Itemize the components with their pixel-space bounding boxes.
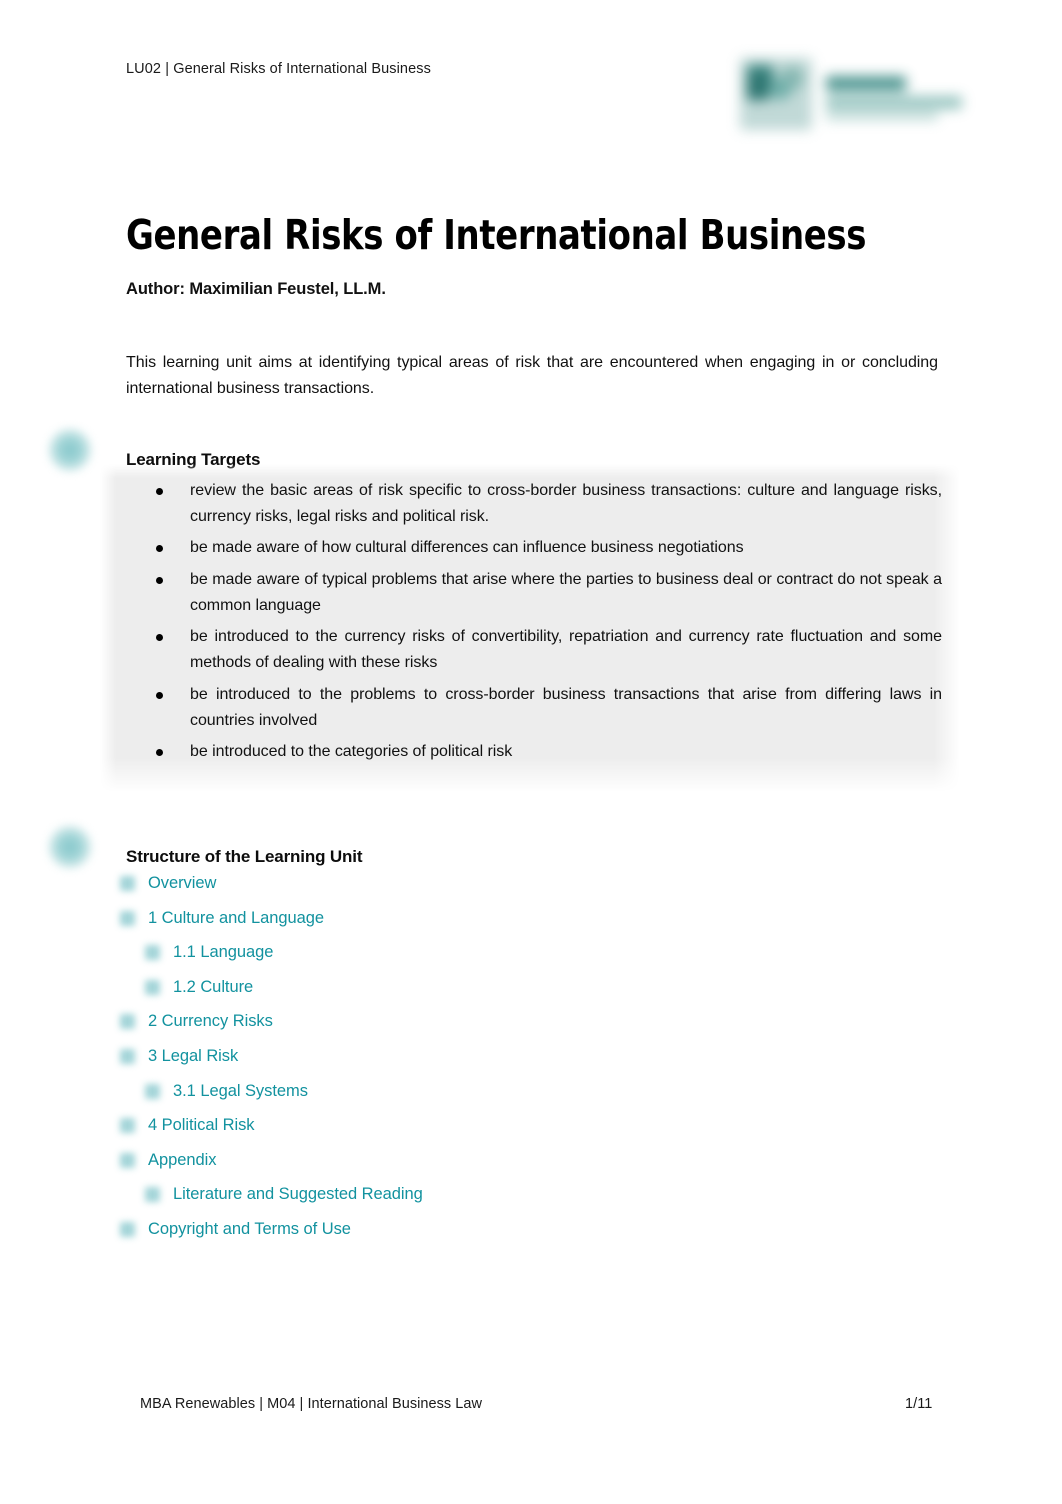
bullet-dot-icon: [156, 488, 163, 495]
toc-square-marker-icon: [145, 979, 160, 995]
toc-square-marker-icon: [120, 876, 135, 891]
toc-item-copyright-and-terms-of-use[interactable]: Copyright and Terms of Use: [120, 1212, 720, 1247]
toc-item-culture[interactable]: 1.2 Culture: [120, 970, 720, 1005]
toc-item-label: Overview: [148, 874, 217, 892]
logo-mark-square-icon: [747, 74, 769, 100]
intro-paragraph: This learning unit aims at identifying t…: [126, 354, 938, 397]
list-item-label: be introduced to the categories of polit…: [190, 743, 513, 761]
toc-square-marker-icon: [120, 1118, 135, 1134]
toc-square-marker-icon: [145, 1187, 160, 1203]
toc-item-label: 1 Culture and Language: [148, 908, 324, 927]
page-header: LU02 | General Risks of International Bu…: [0, 0, 1062, 150]
logo-wordmark-line-1: [826, 76, 906, 91]
page-footer: MBA Renewables | M04 | International Bus…: [0, 1384, 1062, 1504]
page-title: General Risks of International Business: [126, 211, 867, 260]
toc-item-culture-and-language[interactable]: 1 Culture and Language: [120, 901, 720, 936]
list-item-label: be introduced to the currency risks of c…: [190, 628, 942, 672]
bullet-dot-icon: [156, 634, 163, 642]
learning-targets-list: review the basic areas of risk specific …: [152, 478, 942, 770]
list-item: be made aware of typical problems that a…: [152, 567, 942, 619]
table-of-contents: Overview 1 Culture and Language 1.1 Lang…: [120, 866, 720, 1247]
logo-mark-circle-icon: [769, 78, 791, 100]
toc-item-overview[interactable]: Overview: [120, 866, 720, 901]
toc-item-label: 3.1 Legal Systems: [173, 1081, 308, 1100]
toc-item-political-risk[interactable]: 4 Political Risk: [120, 1108, 720, 1143]
toc-square-marker-icon: [120, 1152, 135, 1168]
toc-square-marker-icon: [120, 1014, 135, 1030]
toc-item-currency-risks[interactable]: 2 Currency Risks: [120, 1004, 720, 1039]
list-item: be introduced to the problems to cross-b…: [152, 682, 942, 734]
logo-wordmark-line-3: [826, 112, 938, 120]
toc-item-label: 2 Currency Risks: [148, 1012, 273, 1031]
toc-item-label: Copyright and Terms of Use: [148, 1219, 351, 1238]
bullet-dot-icon: [156, 576, 163, 584]
bullet-dot-icon: [156, 545, 163, 553]
toc-square-marker-icon: [120, 910, 135, 926]
toc-item-label: 3 Legal Risk: [148, 1046, 239, 1065]
logo-wordmark-line-2: [826, 96, 962, 109]
toc-item-label: Appendix: [148, 1150, 217, 1169]
structure-heading: Structure of the Learning Unit: [126, 847, 363, 867]
list-item: review the basic areas of risk specific …: [152, 478, 942, 530]
toc-item-label: 1.1 Language: [173, 943, 274, 962]
toc-item-label: Literature and Suggested Reading: [173, 1185, 423, 1204]
author-line: Author: Maximilian Feustel, LL.M.: [126, 280, 386, 298]
toc-item-language[interactable]: 1.1 Language: [120, 935, 720, 970]
toc-item-literature-and-suggested-reading[interactable]: Literature and Suggested Reading: [120, 1177, 720, 1212]
toc-item-label: 1.2 Culture: [173, 977, 254, 996]
list-item: be made aware of how cultural difference…: [152, 535, 942, 561]
list-item-label: be made aware of typical problems that a…: [190, 570, 942, 614]
toc-square-marker-icon: [145, 1083, 160, 1099]
toc-square-marker-icon: [120, 1221, 135, 1237]
toc-item-legal-risk[interactable]: 3 Legal Risk: [120, 1039, 720, 1074]
list-item-label: be introduced to the problems to cross-b…: [190, 685, 942, 729]
toc-item-appendix[interactable]: Appendix: [120, 1143, 720, 1178]
toc-item-label: 4 Political Risk: [148, 1116, 255, 1135]
mba-renewables-logo: [722, 34, 962, 138]
learning-targets-margin-icon: [48, 428, 92, 472]
running-head-label: LU02 | General Risks of International Bu…: [126, 61, 431, 77]
list-item-label: be made aware of how cultural difference…: [190, 539, 744, 557]
structure-margin-icon: [48, 825, 92, 869]
list-item: be introduced to the currency risks of c…: [152, 624, 942, 676]
list-item: be introduced to the categories of polit…: [152, 739, 942, 765]
list-item-label: review the basic areas of risk specific …: [190, 482, 942, 526]
document-page: LU02 | General Risks of International Bu…: [0, 0, 1062, 1504]
toc-square-marker-icon: [145, 945, 160, 961]
bullet-dot-icon: [156, 691, 163, 699]
footer-course-label: MBA Renewables | M04 | International Bus…: [140, 1396, 483, 1412]
toc-square-marker-icon: [120, 1048, 135, 1064]
bullet-dot-icon: [156, 749, 163, 757]
footer-page-number: 1/11: [905, 1396, 933, 1412]
toc-item-legal-systems[interactable]: 3.1 Legal Systems: [120, 1074, 720, 1109]
